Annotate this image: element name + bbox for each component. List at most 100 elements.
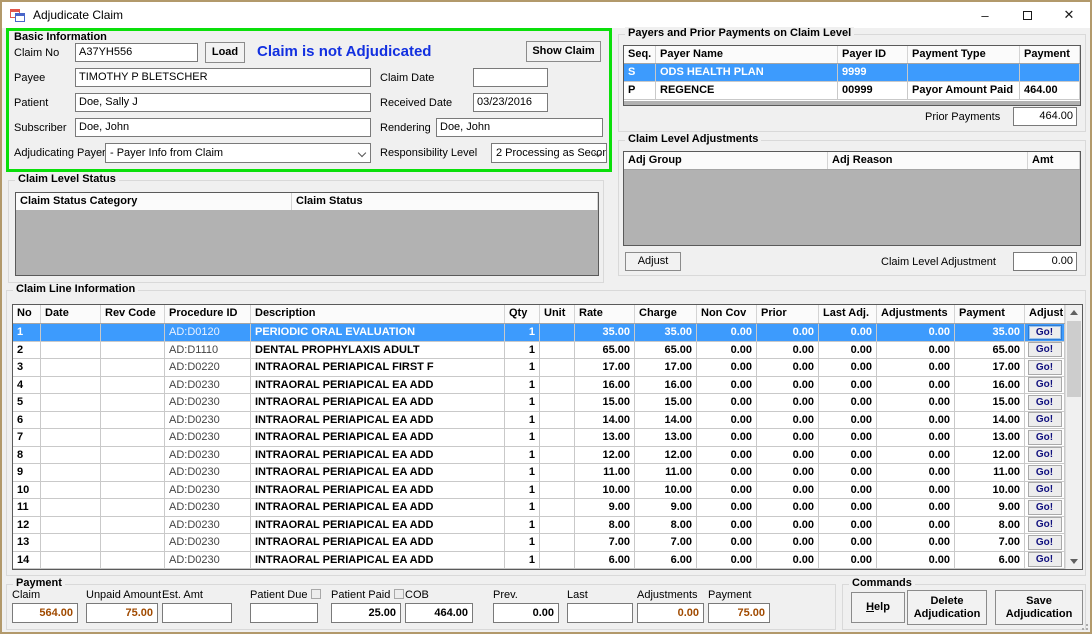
patient-input[interactable]: Doe, Sally J <box>75 93 371 112</box>
go-button[interactable]: Go! <box>1028 517 1062 532</box>
payment-field-input[interactable] <box>567 603 633 623</box>
payer-cell: ODS HEALTH PLAN <box>656 64 838 81</box>
scrollbar-thumb[interactable] <box>1067 321 1081 397</box>
adjudicating-payer-dropdown[interactable]: - Payer Info from Claim <box>105 143 371 163</box>
column-header[interactable]: Rev Code <box>101 305 165 323</box>
go-button[interactable]: Go! <box>1028 342 1062 357</box>
scroll-up-button[interactable] <box>1066 305 1082 320</box>
column-header[interactable]: Payer Name <box>656 46 838 63</box>
column-header[interactable]: Date <box>41 305 101 323</box>
go-button[interactable]: Go! <box>1028 552 1062 567</box>
payment-field-input[interactable]: 0.00 <box>493 603 559 623</box>
column-header[interactable]: Charge <box>635 305 697 323</box>
claim-line-row[interactable]: 4AD:D0230INTRAORAL PERIAPICAL EA ADD116.… <box>13 377 1065 395</box>
payment-field-input[interactable]: 75.00 <box>708 603 770 623</box>
claim-line-cell <box>41 464 101 481</box>
column-header[interactable]: Adjustments <box>877 305 955 323</box>
adjust-button[interactable]: Adjust <box>625 252 681 271</box>
payment-field-input[interactable]: 464.00 <box>405 603 473 623</box>
claim-line-row[interactable]: 12AD:D0230INTRAORAL PERIAPICAL EA ADD18.… <box>13 517 1065 535</box>
help-button[interactable]: Help <box>851 592 905 623</box>
go-button[interactable]: Go! <box>1028 500 1062 515</box>
checkbox-icon[interactable] <box>311 589 321 599</box>
titlebar[interactable]: Adjudicate Claim – ✕ <box>2 2 1090 28</box>
column-header[interactable]: Adj Group <box>624 152 828 169</box>
payer-row[interactable]: PREGENCE00999Payor Amount Paid464.00 <box>624 82 1080 100</box>
subscriber-input[interactable]: Doe, John <box>75 118 371 137</box>
claim-line-cell: 13.00 <box>575 429 635 446</box>
claim-line-row[interactable]: 10AD:D0230INTRAORAL PERIAPICAL EA ADD110… <box>13 482 1065 500</box>
claim-line-row[interactable]: 11AD:D0230INTRAORAL PERIAPICAL EA ADD19.… <box>13 499 1065 517</box>
claim-line-row[interactable]: 14AD:D0230INTRAORAL PERIAPICAL EA ADD16.… <box>13 552 1065 570</box>
payment-field-input[interactable]: 0.00 <box>637 603 704 623</box>
claim-line-row[interactable]: 2AD:D1110DENTAL PROPHYLAXIS ADULT165.006… <box>13 342 1065 360</box>
close-button[interactable]: ✕ <box>1048 2 1090 28</box>
resize-grip-icon[interactable] <box>1079 621 1088 630</box>
claim-line-row[interactable]: 5AD:D0230INTRAORAL PERIAPICAL EA ADD115.… <box>13 394 1065 412</box>
payer-row[interactable]: SODS HEALTH PLAN9999 <box>624 64 1080 82</box>
column-header[interactable]: Description <box>251 305 505 323</box>
column-header[interactable]: Payer ID <box>838 46 908 63</box>
payment-field-input[interactable] <box>250 603 318 623</box>
payment-field-input[interactable]: 25.00 <box>331 603 401 623</box>
go-button[interactable]: Go! <box>1028 430 1062 445</box>
column-header[interactable]: Rate <box>575 305 635 323</box>
payment-field-input[interactable] <box>162 603 232 623</box>
payee-input[interactable]: TIMOTHY P BLETSCHER <box>75 68 371 87</box>
scroll-down-button[interactable] <box>1066 554 1082 569</box>
claim-no-input[interactable]: A37YH556 <box>75 43 198 62</box>
column-header[interactable]: Adj Reason <box>828 152 1028 169</box>
go-button[interactable]: Go! <box>1028 535 1062 550</box>
column-header[interactable]: Procedure ID <box>165 305 251 323</box>
column-header[interactable]: Payment <box>1020 46 1080 63</box>
claim-line-row[interactable]: 1AD:D0120PERIODIC ORAL EVALUATION135.003… <box>13 324 1065 342</box>
go-button[interactable]: Go! <box>1028 482 1062 497</box>
column-header[interactable]: Adjust <box>1025 305 1065 323</box>
column-header[interactable]: Last Adj. <box>819 305 877 323</box>
claim-line-row[interactable]: 9AD:D0230INTRAORAL PERIAPICAL EA ADD111.… <box>13 464 1065 482</box>
maximize-button[interactable] <box>1006 2 1048 28</box>
save-adjudication-button[interactable]: Save Adjudication <box>995 590 1083 625</box>
go-button[interactable]: Go! <box>1028 377 1062 392</box>
go-button[interactable]: Go! <box>1028 395 1062 410</box>
show-claim-button[interactable]: Show Claim <box>526 41 601 62</box>
claim-line-row[interactable]: 3AD:D0220INTRAORAL PERIAPICAL FIRST F117… <box>13 359 1065 377</box>
delete-adjudication-button[interactable]: Delete Adjudication <box>907 590 987 625</box>
column-header[interactable]: No <box>13 305 41 323</box>
claim-line-row[interactable]: 7AD:D0230INTRAORAL PERIAPICAL EA ADD113.… <box>13 429 1065 447</box>
payment-field-input[interactable]: 564.00 <box>12 603 78 623</box>
go-button[interactable]: Go! <box>1028 360 1062 375</box>
column-header[interactable]: Claim Status Category <box>16 193 292 210</box>
vertical-scrollbar[interactable] <box>1065 305 1082 569</box>
claim-line-cell <box>101 342 165 359</box>
payer-cell <box>1020 64 1080 81</box>
received-date-input[interactable]: 03/23/2016 <box>473 93 548 112</box>
payment-field-input[interactable]: 75.00 <box>86 603 158 623</box>
checkbox-icon[interactable] <box>394 589 404 599</box>
claim-line-row[interactable]: 6AD:D0230INTRAORAL PERIAPICAL EA ADD114.… <box>13 412 1065 430</box>
column-header[interactable]: Non Cov <box>697 305 757 323</box>
minimize-button[interactable]: – <box>964 2 1006 28</box>
load-button[interactable]: Load <box>205 42 245 63</box>
go-button[interactable]: Go! <box>1028 447 1062 462</box>
claim-level-adjustment-field[interactable]: 0.00 <box>1013 252 1077 271</box>
column-header[interactable]: Payment Type <box>908 46 1020 63</box>
claim-date-input[interactable] <box>473 68 548 87</box>
rendering-input[interactable]: Doe, John <box>436 118 603 137</box>
column-header[interactable]: Qty <box>505 305 540 323</box>
claim-line-cell: 9.00 <box>955 499 1025 516</box>
column-header[interactable]: Prior <box>757 305 819 323</box>
prior-payments-field[interactable]: 464.00 <box>1013 107 1077 126</box>
go-button[interactable]: Go! <box>1028 465 1062 480</box>
claim-line-row[interactable]: 13AD:D0230INTRAORAL PERIAPICAL EA ADD17.… <box>13 534 1065 552</box>
column-header[interactable]: Payment <box>955 305 1025 323</box>
go-button[interactable]: Go! <box>1028 325 1062 340</box>
chevron-down-icon <box>358 149 366 157</box>
responsibility-level-dropdown[interactable]: 2 Processing as Second <box>491 143 607 163</box>
go-button[interactable]: Go! <box>1028 412 1062 427</box>
column-header[interactable]: Unit <box>540 305 575 323</box>
claim-line-row[interactable]: 8AD:D0230INTRAORAL PERIAPICAL EA ADD112.… <box>13 447 1065 465</box>
column-header[interactable]: Amt <box>1028 152 1080 169</box>
column-header[interactable]: Claim Status <box>292 193 598 210</box>
column-header[interactable]: Seq. <box>624 46 656 63</box>
